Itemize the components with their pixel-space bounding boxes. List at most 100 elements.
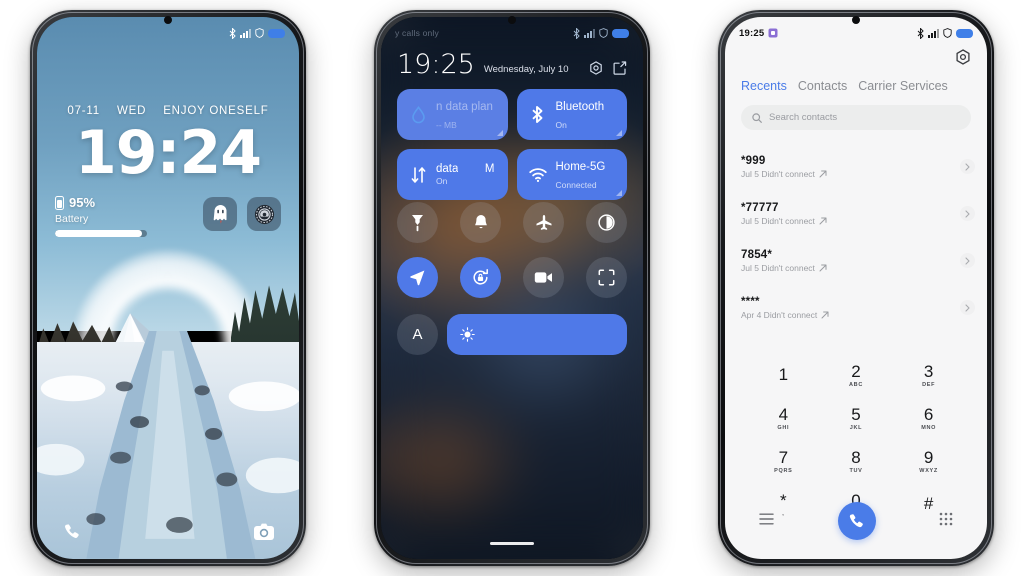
call-log-row[interactable]: *999 Jul 5 Didn't connect — [741, 143, 975, 190]
bell-icon — [474, 215, 487, 229]
tab-contacts[interactable]: Contacts — [798, 79, 847, 93]
tab-carrier-services[interactable]: Carrier Services — [858, 79, 948, 93]
key-letters: ABC — [848, 381, 863, 388]
search-input[interactable]: Search contacts — [741, 105, 971, 130]
tile-mobile-data[interactable]: data M On — [397, 149, 508, 200]
tile-title-extra: M — [484, 163, 495, 175]
sound-toggle[interactable] — [460, 202, 501, 243]
shield-icon — [943, 28, 952, 38]
data-drop-icon — [408, 105, 428, 124]
key-letters: TUV — [849, 467, 863, 474]
dialpad-icon — [939, 512, 953, 525]
key-digit: 7 — [778, 447, 789, 467]
auto-brightness-button[interactable]: A — [397, 314, 438, 355]
phone-control-center: y calls only 19:25 Wednesday, July 10 n … — [374, 10, 650, 566]
flashlight-toggle[interactable] — [397, 202, 438, 243]
tile-subtitle: On — [555, 119, 567, 130]
call-details-button[interactable] — [960, 253, 975, 268]
battery-icon — [956, 28, 973, 38]
lockscreen-shortcuts — [203, 197, 281, 231]
lock-weekday: WED — [116, 105, 147, 117]
key-7[interactable]: 7 PQRS — [747, 441, 820, 481]
wifi-icon — [528, 167, 548, 182]
contrast-icon — [598, 214, 615, 231]
call-number: 7854* — [741, 248, 773, 261]
brightness-slider[interactable] — [447, 314, 627, 355]
camera-shortcut[interactable] — [251, 519, 277, 545]
front-camera-dot — [508, 16, 516, 24]
tile-resize-handle-icon[interactable] — [496, 130, 503, 136]
camera-icon — [254, 523, 274, 540]
battery-widget[interactable]: 95% Battery — [55, 195, 147, 237]
key-3[interactable]: 3 DEF — [892, 355, 965, 395]
key-letters: GHI — [777, 424, 790, 431]
hamburger-icon — [759, 513, 774, 525]
outgoing-arrow-icon — [819, 264, 827, 271]
shortcut-ghost[interactable] — [203, 197, 237, 231]
statusbar-time: 19:25 — [739, 27, 765, 39]
front-camera-dot — [852, 16, 860, 24]
chevron-right-icon — [965, 209, 970, 218]
key-digit: 9 — [923, 447, 934, 467]
key-6[interactable]: 6 MNO — [892, 398, 965, 438]
lockscreen-clock: 19:24 — [75, 118, 262, 188]
key-2[interactable]: 2 ABC — [820, 355, 893, 395]
sun-icon — [460, 327, 475, 342]
tab-recents[interactable]: Recents — [741, 79, 787, 93]
call-log-text: *999 Jul 5 Didn't connect — [741, 155, 827, 179]
battery-label: Battery — [55, 213, 89, 225]
key-5[interactable]: 5 JKL — [820, 398, 893, 438]
dialer-settings-button[interactable] — [955, 49, 971, 70]
key-4[interactable]: 4 GHI — [747, 398, 820, 438]
lockscreen-date-row: 07-11 WED ENJOY ONESELF — [37, 105, 299, 117]
tile-text: data M On — [436, 163, 497, 186]
tile-resize-handle-icon[interactable] — [616, 130, 622, 136]
shield-icon — [599, 28, 608, 38]
outgoing-arrow-icon — [819, 170, 827, 177]
key-9[interactable]: 9 WXYZ — [892, 441, 965, 481]
tile-subtitle: On — [436, 176, 448, 186]
phones-stage: 07-11 WED ENJOY ONESELF 19:24 95% Batter… — [0, 0, 1024, 576]
call-log-row[interactable]: *77777 Jul 5 Didn't connect — [741, 190, 975, 237]
screen-recorder-toggle[interactable] — [523, 257, 564, 298]
call-number: **** — [741, 295, 760, 308]
screenshot-toggle[interactable] — [586, 257, 627, 298]
compass-gear-icon — [254, 204, 274, 224]
call-details-button[interactable] — [960, 159, 975, 174]
shortcut-compass[interactable] — [247, 197, 281, 231]
lockscreen-widgets: 95% Battery — [55, 195, 281, 237]
statusbar-icons — [917, 27, 973, 39]
call-log-row[interactable]: **** Apr 4 Didn't connect — [741, 284, 975, 331]
bluetooth-icon — [573, 27, 580, 39]
tile-bluetooth[interactable]: Bluetooth On — [516, 89, 627, 140]
key-1[interactable]: 1 — [747, 355, 820, 395]
call-log-row[interactable]: 7854* Jul 5 Didn't connect — [741, 237, 975, 284]
tile-data-plan[interactable]: n data plan -- MB — [397, 89, 508, 140]
airplane-toggle[interactable] — [523, 202, 564, 243]
phone-shortcut[interactable] — [59, 519, 85, 545]
call-button[interactable] — [837, 502, 876, 540]
statusbar-icons — [229, 27, 285, 39]
settings-gear-icon[interactable] — [589, 61, 603, 75]
phone-lock-screen: 07-11 WED ENJOY ONESELF 19:24 95% Batter… — [30, 10, 306, 566]
battery-widget-top: 95% — [55, 195, 147, 210]
brightness-row: A — [397, 314, 627, 355]
call-details-button[interactable] — [960, 300, 975, 315]
key-digit: 2 — [851, 361, 861, 381]
auto-rotate-toggle[interactable] — [460, 257, 501, 298]
home-indicator[interactable] — [490, 541, 534, 545]
key-8[interactable]: 8 TUV — [820, 441, 893, 481]
key-letters: MNO — [921, 424, 937, 431]
shield-icon — [255, 28, 264, 38]
tile-wifi[interactable]: Home-5G Connected — [516, 149, 627, 200]
menu-button[interactable] — [759, 512, 774, 530]
dark-mode-toggle[interactable] — [586, 202, 627, 243]
phone-icon — [849, 513, 863, 527]
location-toggle[interactable] — [397, 257, 438, 298]
tile-resize-handle-icon[interactable] — [616, 190, 622, 196]
phone-screen-lock: 07-11 WED ENJOY ONESELF 19:24 95% Batter… — [37, 17, 299, 559]
edit-icon[interactable] — [613, 61, 627, 75]
keypad-button[interactable] — [939, 512, 953, 531]
call-details-button[interactable] — [960, 206, 975, 221]
tile-title: Home-5G — [555, 160, 606, 173]
